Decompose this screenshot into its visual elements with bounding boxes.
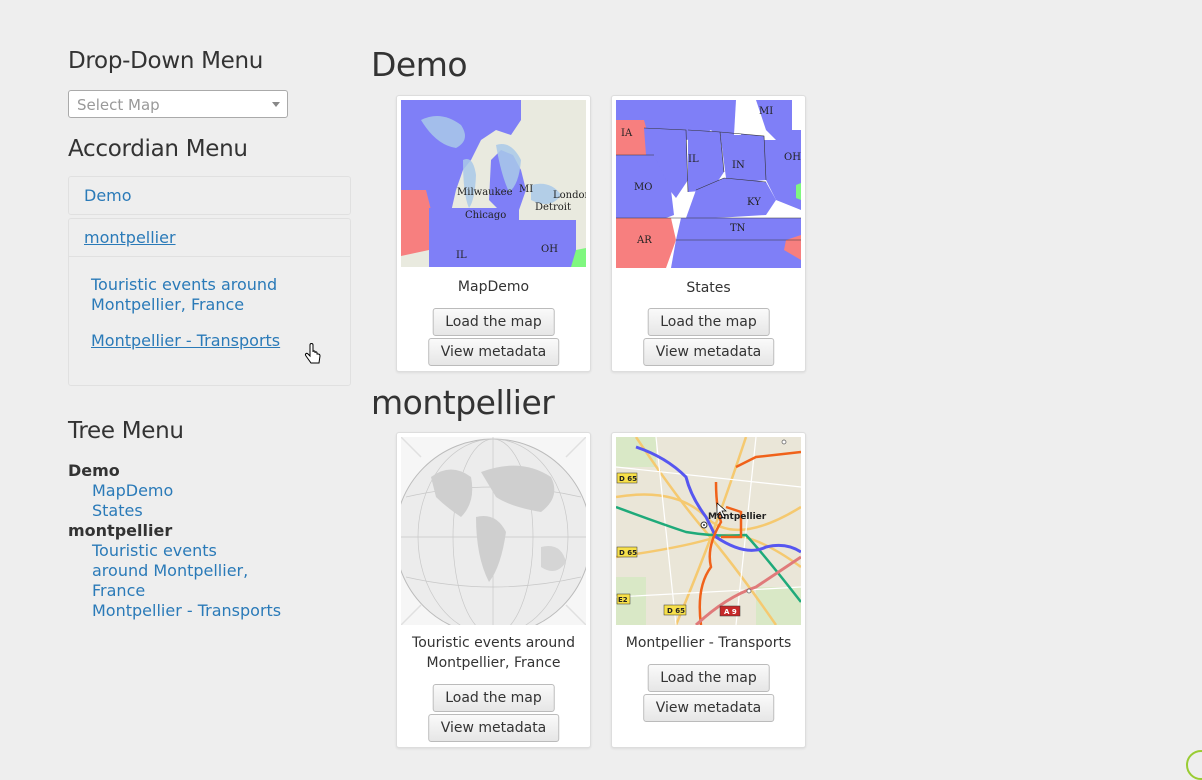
svg-text:IA: IA (621, 128, 633, 139)
svg-text:KY: KY (747, 197, 761, 208)
svg-text:D 65: D 65 (667, 607, 685, 615)
svg-text:MI: MI (519, 184, 533, 195)
svg-text:E2: E2 (618, 596, 628, 604)
map-thumbnail-transports[interactable]: D 65 D 65 E2 D 65 A 9 Montpellier (616, 437, 801, 625)
load-map-button-touristic-events[interactable]: Load the map (432, 684, 555, 712)
map-card-transports: D 65 D 65 E2 D 65 A 9 Montpellier Montpe… (611, 432, 806, 748)
tree-item-mapdemo[interactable]: MapDemo (68, 481, 281, 501)
view-metadata-button-transports[interactable]: View metadata (642, 694, 775, 722)
map-thumbnail-states[interactable]: MI IA IL IN OH MO KY TN AR (616, 100, 801, 268)
svg-text:IN: IN (732, 160, 745, 171)
tree-category-montpellier: montpellier (68, 521, 173, 540)
tree-menu-heading: Tree Menu (68, 418, 184, 444)
accordion-link-touristic-events[interactable]: Touristic events around Montpellier, Fra… (91, 275, 328, 315)
corner-badge-icon (1186, 750, 1202, 780)
dropdown-menu-heading: Drop-Down Menu (68, 48, 264, 74)
load-map-button-mapdemo[interactable]: Load the map (432, 308, 555, 336)
accordion-panel-demo: Demo (68, 176, 351, 215)
svg-text:IL: IL (688, 154, 699, 165)
map-card-states: MI IA IL IN OH MO KY TN AR States Load t… (611, 95, 806, 372)
accordion-link-transports[interactable]: Montpellier - Transports (91, 331, 328, 351)
accordion-menu-heading: Accordian Menu (68, 136, 248, 162)
map-card-touristic-events: Touristic events around Montpellier, Fra… (396, 432, 591, 748)
select-map-dropdown[interactable]: Select Map (68, 90, 288, 118)
card-title-transports: Montpellier - Transports (625, 635, 792, 651)
view-metadata-button-states[interactable]: View metadata (642, 338, 775, 366)
section-title-montpellier: montpellier (371, 383, 555, 422)
tree-item-transports[interactable]: Montpellier - Transports (68, 601, 281, 621)
load-map-button-transports[interactable]: Load the map (647, 664, 770, 692)
map-thumbnail-touristic-events[interactable] (401, 437, 586, 625)
tree-menu: Demo MapDemo States montpellier Touristi… (68, 461, 281, 621)
svg-text:OH: OH (784, 152, 801, 163)
chevron-down-icon (272, 102, 280, 107)
svg-text:OH: OH (541, 244, 558, 255)
svg-text:D 65: D 65 (619, 549, 637, 557)
map-thumbnail-mapdemo[interactable]: Milwaukee Chicago London Detroit MI IL O… (401, 100, 586, 267)
svg-text:Chicago: Chicago (465, 210, 506, 221)
map-card-mapdemo: Milwaukee Chicago London Detroit MI IL O… (396, 95, 591, 372)
svg-text:London: London (553, 190, 586, 201)
load-map-button-states[interactable]: Load the map (647, 308, 770, 336)
tree-category-demo: Demo (68, 461, 120, 480)
svg-text:TN: TN (730, 223, 746, 234)
svg-text:MO: MO (634, 182, 652, 193)
svg-text:Detroit: Detroit (535, 202, 571, 213)
card-title-states: States (686, 280, 731, 296)
tree-item-states[interactable]: States (68, 501, 281, 521)
svg-text:Milwaukee: Milwaukee (457, 187, 513, 198)
svg-text:IL: IL (456, 250, 467, 261)
hand-pointer-icon (304, 343, 321, 364)
accordion-header-demo[interactable]: Demo (69, 177, 350, 214)
view-metadata-button-touristic-events[interactable]: View metadata (427, 714, 560, 742)
tree-item-touristic-events[interactable]: Touristic events around Montpellier, Fra… (68, 541, 268, 601)
svg-text:A 9: A 9 (724, 608, 737, 616)
select-map-placeholder: Select Map (77, 96, 160, 114)
view-metadata-button-mapdemo[interactable]: View metadata (427, 338, 560, 366)
card-title-mapdemo: MapDemo (457, 279, 530, 295)
svg-text:D 65: D 65 (619, 475, 637, 483)
section-title-demo: Demo (371, 45, 468, 84)
sidebar: Drop-Down Menu Select Map Accordian Menu… (68, 48, 351, 620)
svg-text:MI: MI (759, 106, 773, 117)
card-title-touristic-events: Touristic events around Montpellier, Fra… (412, 635, 575, 671)
accordion-header-montpellier[interactable]: montpellier (69, 219, 350, 256)
svg-text:AR: AR (636, 235, 652, 246)
